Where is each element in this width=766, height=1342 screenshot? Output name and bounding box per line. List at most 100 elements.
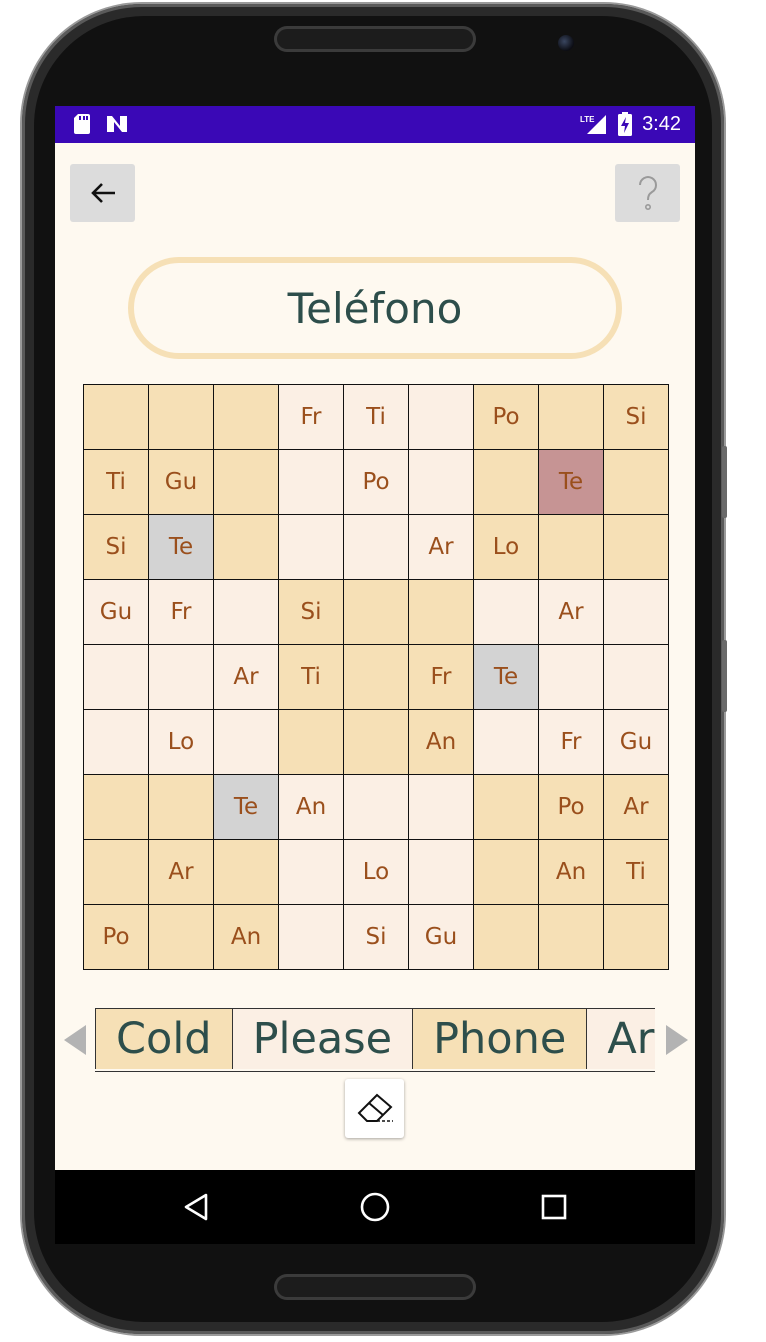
grid-cell[interactable]: [604, 515, 669, 580]
grid-cell[interactable]: Po: [344, 450, 409, 515]
grid-cell[interactable]: Te: [214, 775, 279, 840]
network-label: LTE: [580, 115, 595, 124]
grid-cell[interactable]: [344, 645, 409, 710]
grid-cell[interactable]: Gu: [84, 580, 149, 645]
word-option[interactable]: Phone: [412, 1009, 587, 1069]
word-option[interactable]: Ar: [586, 1009, 655, 1069]
grid-cell[interactable]: [279, 840, 344, 905]
grid-cell[interactable]: Gu: [604, 710, 669, 775]
grid-cell[interactable]: [344, 710, 409, 775]
grid-cell[interactable]: Ar: [214, 645, 279, 710]
grid-cell[interactable]: Si: [344, 905, 409, 970]
grid-cell[interactable]: [214, 385, 279, 450]
grid-cell[interactable]: Ti: [279, 645, 344, 710]
grid-cell[interactable]: [474, 905, 539, 970]
scroll-right-arrow[interactable]: [666, 1025, 688, 1055]
grid-cell[interactable]: Te: [474, 645, 539, 710]
grid-cell[interactable]: [539, 645, 604, 710]
grid-cell[interactable]: Fr: [279, 385, 344, 450]
grid-cell[interactable]: [149, 385, 214, 450]
grid-cell[interactable]: An: [279, 775, 344, 840]
eraser-button[interactable]: [345, 1079, 404, 1138]
grid-cell[interactable]: [84, 710, 149, 775]
grid-cell[interactable]: [474, 450, 539, 515]
word-strip[interactable]: Cold Please Phone Ar: [95, 1008, 655, 1072]
grid-cell[interactable]: Ar: [149, 840, 214, 905]
grid-cell[interactable]: [604, 450, 669, 515]
word-option[interactable]: Cold: [95, 1009, 232, 1069]
grid-cell[interactable]: [474, 775, 539, 840]
grid-cell[interactable]: [344, 775, 409, 840]
grid-cell[interactable]: Ar: [539, 580, 604, 645]
grid-cell[interactable]: Si: [604, 385, 669, 450]
grid-cell[interactable]: Fr: [409, 645, 474, 710]
grid-cell[interactable]: [149, 905, 214, 970]
grid-cell[interactable]: Lo: [344, 840, 409, 905]
help-button[interactable]: [615, 164, 680, 222]
grid-cell[interactable]: [84, 840, 149, 905]
grid-cell[interactable]: [279, 905, 344, 970]
grid-cell[interactable]: [149, 645, 214, 710]
grid-cell[interactable]: [344, 580, 409, 645]
grid-cell[interactable]: Si: [84, 515, 149, 580]
grid-cell[interactable]: Po: [474, 385, 539, 450]
grid-cell[interactable]: Ti: [604, 840, 669, 905]
front-camera: [558, 35, 574, 51]
grid-cell[interactable]: Ti: [84, 450, 149, 515]
grid-cell[interactable]: Te: [539, 450, 604, 515]
grid-cell[interactable]: Fr: [149, 580, 214, 645]
grid-cell[interactable]: Lo: [149, 710, 214, 775]
back-button[interactable]: [70, 164, 135, 222]
grid-cell[interactable]: [279, 515, 344, 580]
grid-cell[interactable]: [474, 580, 539, 645]
grid-cell[interactable]: An: [214, 905, 279, 970]
navigation-bar: [55, 1170, 695, 1244]
grid-cell[interactable]: [604, 905, 669, 970]
grid-cell[interactable]: Ar: [604, 775, 669, 840]
grid-cell[interactable]: Lo: [474, 515, 539, 580]
grid-cell[interactable]: [84, 775, 149, 840]
grid-cell[interactable]: [539, 905, 604, 970]
nav-recents-button[interactable]: [537, 1190, 571, 1224]
word-option[interactable]: Please: [231, 1009, 413, 1069]
grid-cell[interactable]: An: [409, 710, 474, 775]
nav-home-button[interactable]: [358, 1190, 392, 1224]
grid-cell[interactable]: [149, 775, 214, 840]
grid-cell[interactable]: [214, 840, 279, 905]
grid-cell[interactable]: [214, 450, 279, 515]
grid-cell[interactable]: An: [539, 840, 604, 905]
grid-cell[interactable]: [409, 385, 474, 450]
grid-cell[interactable]: Ar: [409, 515, 474, 580]
grid-cell[interactable]: [279, 450, 344, 515]
nav-back-button[interactable]: [179, 1190, 213, 1224]
grid-cell[interactable]: [409, 840, 474, 905]
power-button: [722, 640, 727, 712]
status-time: 3:42: [642, 112, 681, 135]
grid-cell[interactable]: Si: [279, 580, 344, 645]
grid-cell[interactable]: [84, 645, 149, 710]
grid-cell[interactable]: [344, 515, 409, 580]
grid-cell[interactable]: Po: [84, 905, 149, 970]
grid-cell[interactable]: [409, 450, 474, 515]
grid-cell[interactable]: [84, 385, 149, 450]
grid-cell[interactable]: [474, 840, 539, 905]
grid-cell[interactable]: Te: [149, 515, 214, 580]
grid-cell[interactable]: Gu: [149, 450, 214, 515]
grid-cell[interactable]: [214, 580, 279, 645]
grid-cell[interactable]: [409, 775, 474, 840]
grid-cell[interactable]: Fr: [539, 710, 604, 775]
grid-cell[interactable]: [539, 515, 604, 580]
grid-cell[interactable]: [604, 580, 669, 645]
grid-cell[interactable]: [409, 580, 474, 645]
nav-recents-icon: [541, 1194, 567, 1220]
grid-cell[interactable]: [539, 385, 604, 450]
grid-cell[interactable]: [214, 710, 279, 775]
grid-cell[interactable]: Po: [539, 775, 604, 840]
grid-cell[interactable]: [279, 710, 344, 775]
scroll-left-arrow[interactable]: [64, 1025, 86, 1055]
grid-cell[interactable]: [474, 710, 539, 775]
grid-cell[interactable]: Ti: [344, 385, 409, 450]
grid-cell[interactable]: [604, 645, 669, 710]
grid-cell[interactable]: [214, 515, 279, 580]
grid-cell[interactable]: Gu: [409, 905, 474, 970]
